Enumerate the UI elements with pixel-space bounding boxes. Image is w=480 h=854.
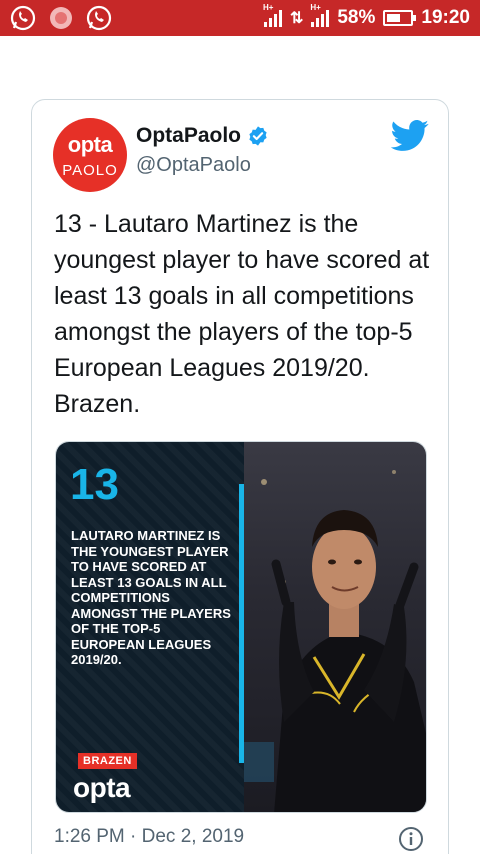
info-icon[interactable] — [398, 826, 424, 852]
tweet-text: 13 - Lautaro Martinez is the youngest pl… — [54, 210, 430, 418]
status-bar: H+ ⇅ H+ 58% 19:20 — [0, 0, 480, 36]
notification-dot-icon — [50, 7, 72, 29]
data-transfer-icon: ⇅ — [289, 10, 304, 27]
battery-percent: 58% — [337, 7, 376, 28]
twitter-bird-icon[interactable] — [390, 120, 430, 152]
clock: 19:20 — [421, 7, 470, 28]
player-photo — [244, 442, 426, 812]
system-indicators: H+ ⇅ H+ 58% 19:20 — [263, 0, 470, 36]
avatar[interactable]: opta PAOLO — [53, 118, 127, 192]
verified-badge-icon — [249, 126, 267, 146]
notification-icons — [10, 5, 112, 31]
stat-panel: 13 LAUTARO MARTINEZ IS THE YOUNGEST PLAY… — [56, 442, 244, 812]
tweet-media-image[interactable]: 13 LAUTARO MARTINEZ IS THE YOUNGEST PLAY… — [55, 441, 427, 813]
handle[interactable]: @OptaPaolo — [136, 154, 251, 177]
stat-number: 13 — [70, 460, 119, 509]
battery-icon — [383, 10, 417, 26]
opta-logo: opta — [73, 772, 131, 803]
author-name-row[interactable]: OptaPaolo — [136, 124, 269, 148]
brazen-tag: BRAZEN — [78, 753, 137, 769]
signal-icon: H+ — [310, 3, 330, 27]
tweet-card[interactable]: opta PAOLO OptaPaolo @OptaPaolo 13 - Lau… — [31, 99, 449, 854]
signal-icon: H+ — [263, 3, 282, 27]
tweet-timestamp[interactable]: 1:26 PM · Dec 2, 2019 — [54, 826, 244, 848]
whatsapp-icon — [86, 5, 112, 31]
stat-description: LAUTARO MARTINEZ IS THE YOUNGEST PLAYER … — [71, 528, 231, 667]
display-name[interactable]: OptaPaolo — [136, 124, 241, 148]
whatsapp-icon — [10, 5, 36, 31]
